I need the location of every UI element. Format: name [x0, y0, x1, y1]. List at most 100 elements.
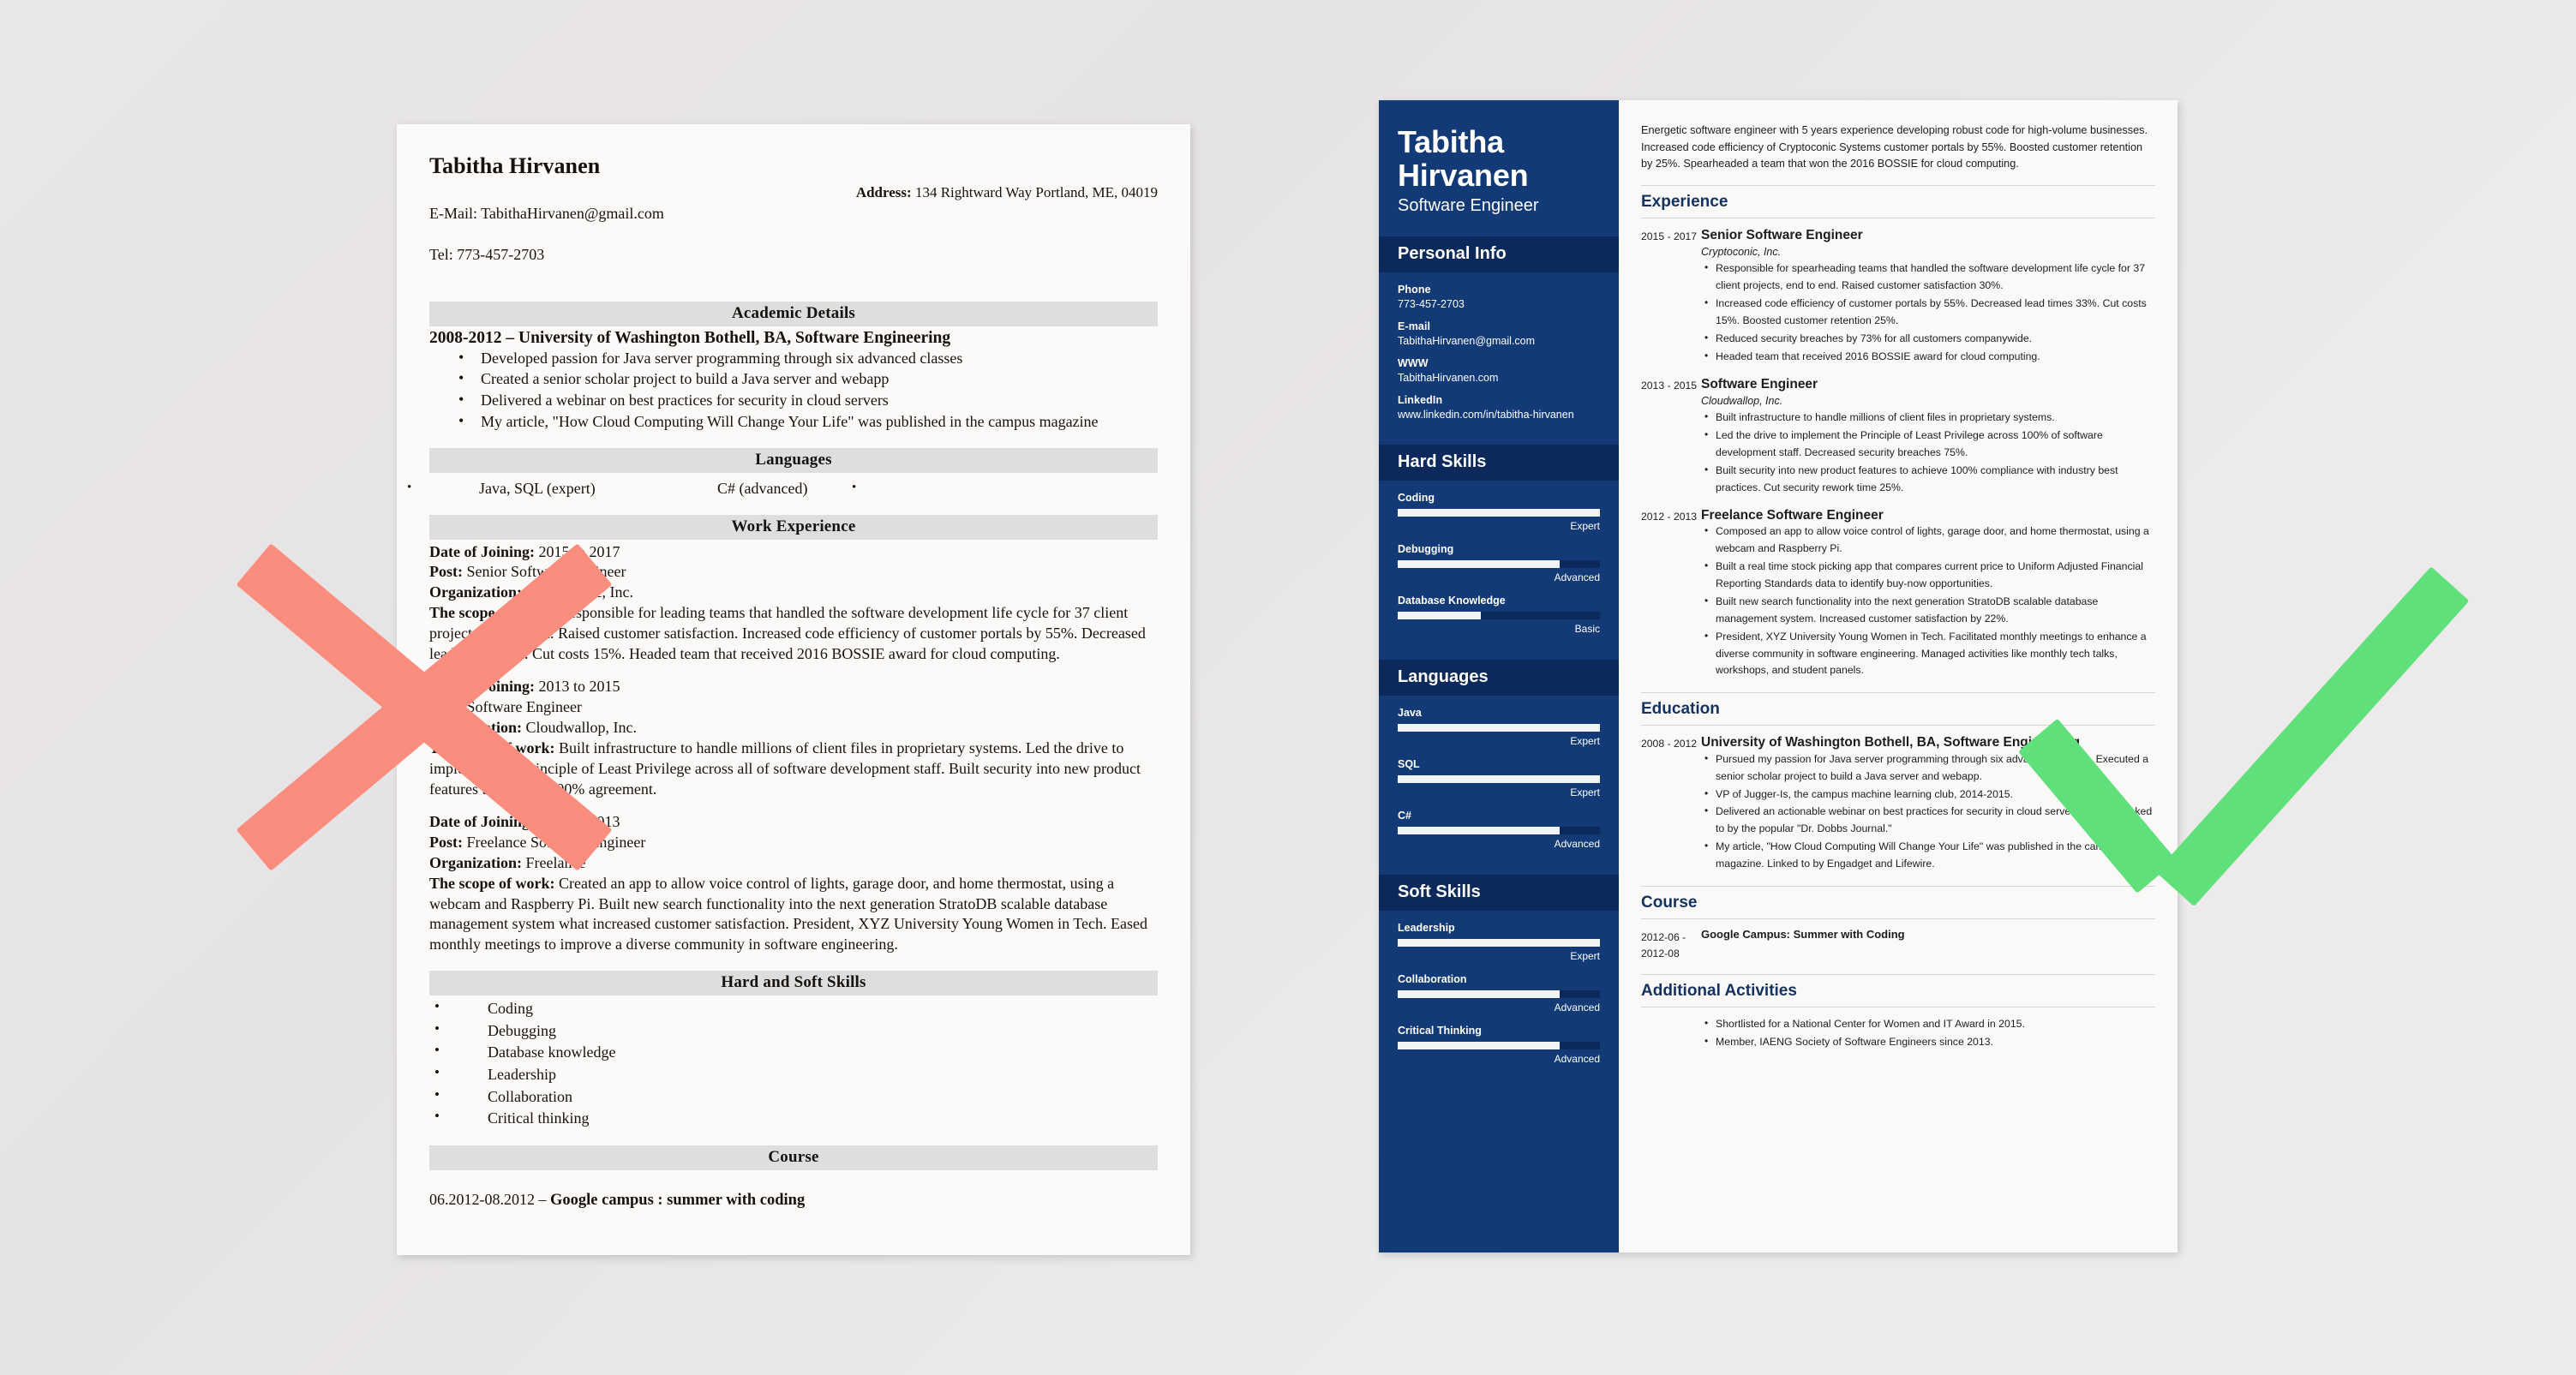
list-item: Debugging [429, 1019, 1158, 1043]
skill-bar-fill [1398, 1042, 1560, 1050]
main-head-course: Course [1641, 886, 2155, 920]
entry-body: University of Washington Bothell, BA, So… [1701, 734, 2155, 874]
sidebar-personal-info-body: Phone 773-457-2703 E-mail TabithaHirvane… [1379, 272, 1619, 445]
entry-title: Software Engineer [1701, 376, 1818, 392]
bad-section-course: Course [429, 1145, 1158, 1170]
skill-bar-fill [1398, 939, 1600, 948]
bad-job-post: Post: Software Engineer [429, 697, 1158, 718]
bad-job-org: Organization: Cloudwallop, Inc. [429, 718, 1158, 738]
contact-value: 773-457-2703 [1398, 298, 1465, 311]
good-resume-summary: Energetic software engineer with 5 years… [1641, 124, 2148, 170]
main-head-education: Education [1641, 692, 2155, 726]
sidebar-head-soft-skills: Soft Skills [1379, 875, 1619, 912]
skill-row: C# Advanced [1398, 810, 1600, 850]
bad-course-dates: 06.2012-08.2012 – [429, 1190, 550, 1208]
skill-bar [1398, 509, 1600, 517]
bad-resume-contact-row: E-Mail: TabithaHirvanen@gmail.com Tel: 7… [429, 182, 1158, 286]
entry-org: Cloudwallop, Inc. [1701, 395, 1783, 408]
list-item: Collaboration [429, 1085, 1158, 1109]
bad-job-org: Organization: Freelance [429, 853, 1158, 874]
additional-activities-body: Shortlisted for a National Center for Wo… [1641, 1015, 2155, 1051]
bad-job-date-label: Date of Joining: [429, 678, 535, 696]
contact-field-linkedin: LinkedIn www.linkedin.com/in/tabitha-hir… [1398, 394, 1600, 421]
bad-course-entry: 06.2012-08.2012 – Google campus : summer… [429, 1191, 1158, 1210]
entry-dates: 2012 - 2013 [1641, 510, 1698, 523]
good-resume-page: Tabitha Hirvanen Software Engineer Perso… [1379, 100, 2178, 1252]
bad-job-scope: The scope of work: Responsible for leadi… [429, 603, 1158, 665]
bad-job-entry: Date of Joining: 2012 to 2013 Post: Free… [429, 812, 1158, 956]
list-item: VP of Jugger-Is, the campus machine lear… [1701, 786, 2155, 804]
bad-resume-tel: Tel: 773-457-2703 [429, 246, 545, 264]
skill-level: Advanced [1554, 1053, 1600, 1066]
sidebar-head-personal-info: Personal Info [1379, 236, 1619, 273]
bad-job-org-label: Organization: [429, 583, 522, 601]
contact-field-email: E-mail TabithaHirvanen@gmail.com [1398, 320, 1600, 347]
skill-level: Expert [1570, 520, 1600, 533]
bullet-icon: • [407, 480, 412, 494]
skill-bar [1398, 827, 1600, 835]
bad-resume-address-label: Address: [855, 184, 912, 200]
list-item: Built a real time stock picking app that… [1701, 558, 2155, 593]
good-resume-role: Software Engineer [1398, 196, 1539, 216]
bad-languages-row: • • Java, SQL (expert) C# (advanced) [407, 475, 1158, 499]
entry-bullets: Responsible for spearheading teams that … [1701, 260, 2155, 365]
bad-job-date: Date of Joining: 2015 to 2017 [429, 542, 1158, 563]
bad-job-scope: The scope of work: Created an app to all… [429, 874, 1158, 956]
contact-value: TabithaHirvanen.com [1398, 372, 1499, 385]
bad-job-org-value: Cloudwallop, Inc. [522, 719, 637, 737]
entry-body: Software Engineer Cloudwallop, Inc. Buil… [1701, 376, 2155, 498]
skill-bar [1398, 560, 1600, 569]
sidebar-soft-skills-body: Leadership Expert Collaboration Advanced… [1379, 911, 1619, 1090]
entry-bullets: Pursued my passion for Java server progr… [1701, 750, 2155, 873]
skill-level: Advanced [1554, 838, 1600, 851]
good-resume-main: Energetic software engineer with 5 years… [1619, 100, 2178, 1252]
bad-resume-contact-left: E-Mail: TabithaHirvanen@gmail.com Tel: 7… [429, 182, 664, 286]
contact-value: www.linkedin.com/in/tabitha-hirvanen [1398, 409, 1574, 421]
education-entry: 2008 - 2012 University of Washington Bot… [1641, 734, 2155, 874]
list-item: Created a senior scholar project to buil… [429, 368, 1158, 390]
sidebar-head-hard-skills: Hard Skills [1379, 445, 1619, 481]
list-item: Member, IAENG Society of Software Engine… [1701, 1033, 2155, 1051]
skill-bar-fill [1398, 827, 1560, 835]
bad-job-post-label: Post: [429, 563, 463, 581]
experience-entry: 2013 - 2015 Software Engineer Cloudwallo… [1641, 376, 2155, 498]
skill-bar-fill [1398, 560, 1560, 569]
entry-bullets: Composed an app to allow voice control o… [1701, 523, 2155, 679]
list-item: Pursued my passion for Java server progr… [1701, 750, 2155, 786]
skill-row: Critical Thinking Advanced [1398, 1025, 1600, 1065]
bad-academic-years: 2008-2012 [429, 328, 506, 347]
skill-name: Database Knowledge [1398, 595, 1506, 607]
sidebar-languages-body: Java Expert SQL Expert C# Advanced [1379, 696, 1619, 875]
entry-dates: 2015 - 2017 [1641, 230, 1698, 243]
skill-level: Expert [1570, 950, 1600, 963]
contact-field-phone: Phone 773-457-2703 [1398, 284, 1600, 310]
skill-row: Debugging Advanced [1398, 543, 1600, 583]
contact-label: WWW [1398, 357, 1429, 370]
contact-field-www: WWW TabithaHirvanen.com [1398, 357, 1600, 384]
good-resume-sidebar: Tabitha Hirvanen Software Engineer Perso… [1379, 100, 1619, 1252]
list-item: Increased code efficiency of customer po… [1701, 295, 2155, 330]
bad-job-org-label: Organization: [429, 853, 522, 871]
skill-name: SQL [1398, 758, 1420, 771]
bad-job-scope-label: The scope of work: [429, 738, 555, 756]
bad-section-hard-soft-skills: Hard and Soft Skills [429, 971, 1158, 996]
list-item: Database knowledge [429, 1040, 1158, 1064]
list-item: Built infrastructure to handle millions … [1701, 409, 2155, 427]
bad-section-languages: Languages [429, 447, 1158, 473]
list-item: Headed team that received 2016 BOSSIE aw… [1701, 348, 2155, 366]
list-item: My article, "How Cloud Computing Will Ch… [1701, 838, 2155, 873]
bad-job-date-value: 2015 to 2017 [535, 542, 620, 560]
entry-body: Google Campus: Summer with Coding [1701, 928, 2155, 962]
list-item: Built new search functionality into the … [1701, 593, 2155, 628]
list-item: Led the drive to implement the Principle… [1701, 427, 2155, 462]
list-item: Reduced security breaches by 73% for all… [1701, 330, 2155, 348]
skill-bar-fill [1398, 990, 1560, 999]
bad-job-post: Post: Senior Software Engineer [429, 562, 1158, 583]
skill-bar-fill [1398, 612, 1481, 620]
bad-resume-page: Tabitha Hirvanen E-Mail: TabithaHirvanen… [397, 124, 1190, 1255]
skill-row: Database Knowledge Basic [1398, 595, 1600, 635]
list-item: President, XYZ University Young Women in… [1701, 628, 2155, 680]
bad-job-post-label: Post: [429, 698, 463, 716]
bad-job-entry: Date of Joining: 2015 to 2017 Post: Seni… [429, 542, 1158, 666]
skill-name: Leadership [1398, 922, 1455, 935]
